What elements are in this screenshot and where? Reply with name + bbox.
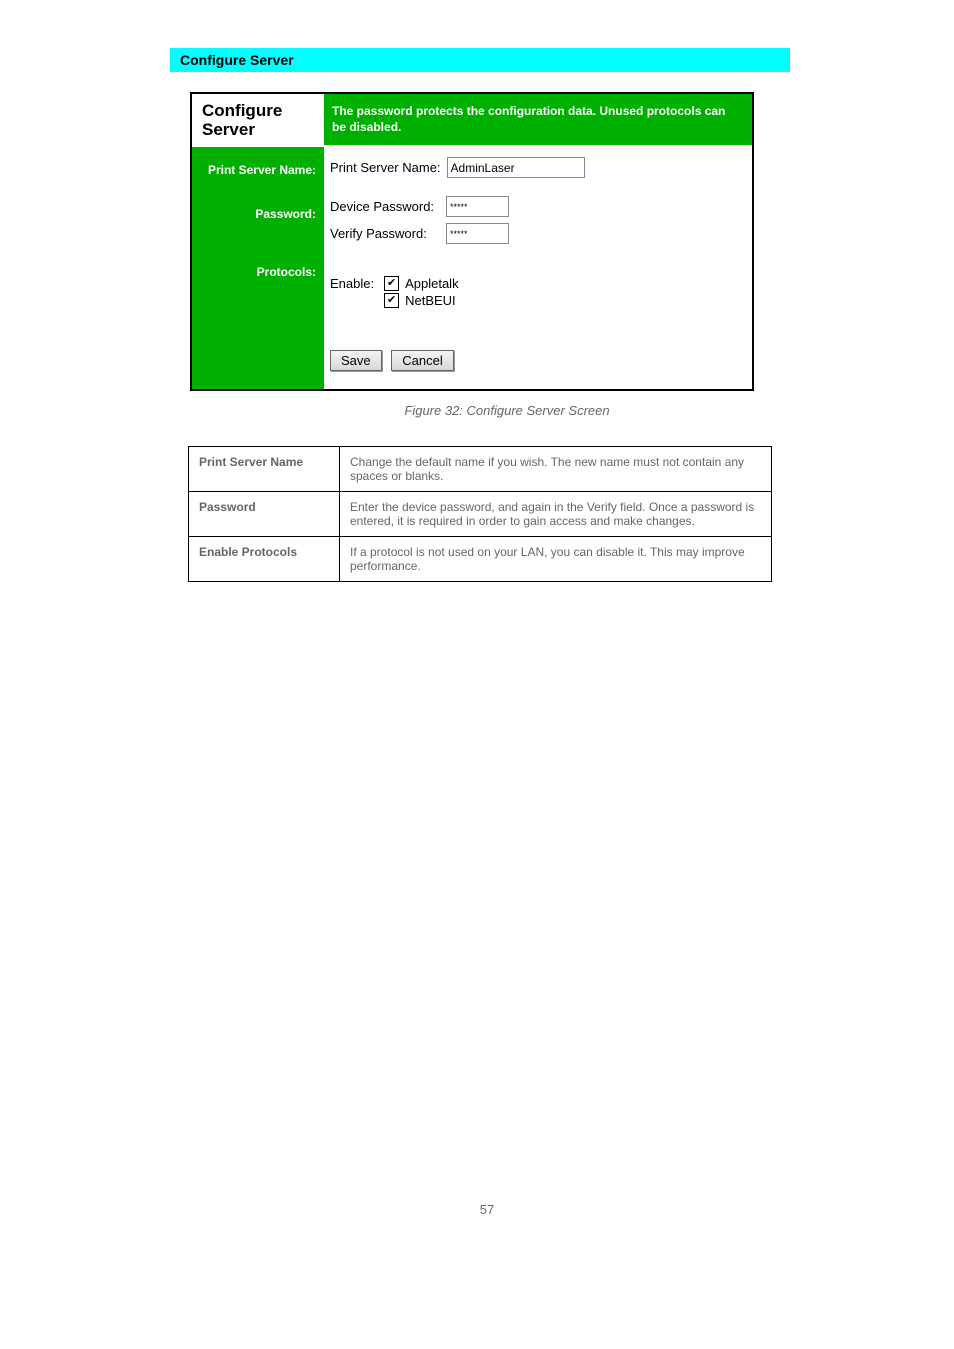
device-password-label: Device Password:: [330, 199, 440, 214]
cell-value: If a protocol is not used on your LAN, y…: [340, 537, 772, 582]
appletalk-checkbox[interactable]: ✔: [384, 276, 399, 291]
netbeui-label: NetBEUI: [405, 293, 456, 308]
table-row: Password Enter the device password, and …: [189, 492, 772, 537]
configure-server-panel: Configure Server Print Server Name: Pass…: [190, 92, 754, 391]
verify-password-input[interactable]: [446, 223, 509, 244]
print-server-name-input[interactable]: [447, 157, 585, 178]
verify-password-label: Verify Password:: [330, 226, 440, 241]
description-table: Print Server Name Change the default nam…: [188, 446, 772, 582]
panel-title: Configure Server: [192, 94, 324, 147]
panel-header: The password protects the configuration …: [324, 94, 752, 145]
section-bar: Configure Server: [170, 48, 790, 72]
enable-label: Enable:: [330, 276, 374, 291]
left-label-password: Password:: [192, 183, 324, 227]
cell-key: Password: [189, 492, 340, 537]
cell-key: Enable Protocols: [189, 537, 340, 582]
left-label-protocols: Protocols:: [192, 227, 324, 285]
cell-key: Print Server Name: [189, 447, 340, 492]
right-column: The password protects the configuration …: [324, 94, 752, 389]
cell-value: Enter the device password, and again in …: [340, 492, 772, 537]
left-column: Configure Server Print Server Name: Pass…: [192, 94, 324, 389]
figure-caption: Figure 32: Configure Server Screen: [210, 403, 804, 418]
appletalk-label: Appletalk: [405, 276, 458, 291]
save-button[interactable]: Save: [330, 350, 382, 371]
left-label-name: Print Server Name:: [192, 147, 324, 183]
device-password-input[interactable]: [446, 196, 509, 217]
print-server-name-label: Print Server Name:: [330, 160, 441, 175]
netbeui-checkbox[interactable]: ✔: [384, 293, 399, 308]
page-number: 57: [170, 1202, 804, 1217]
table-row: Enable Protocols If a protocol is not us…: [189, 537, 772, 582]
table-row: Print Server Name Change the default nam…: [189, 447, 772, 492]
cell-value: Change the default name if you wish. The…: [340, 447, 772, 492]
cancel-button[interactable]: Cancel: [391, 350, 453, 371]
